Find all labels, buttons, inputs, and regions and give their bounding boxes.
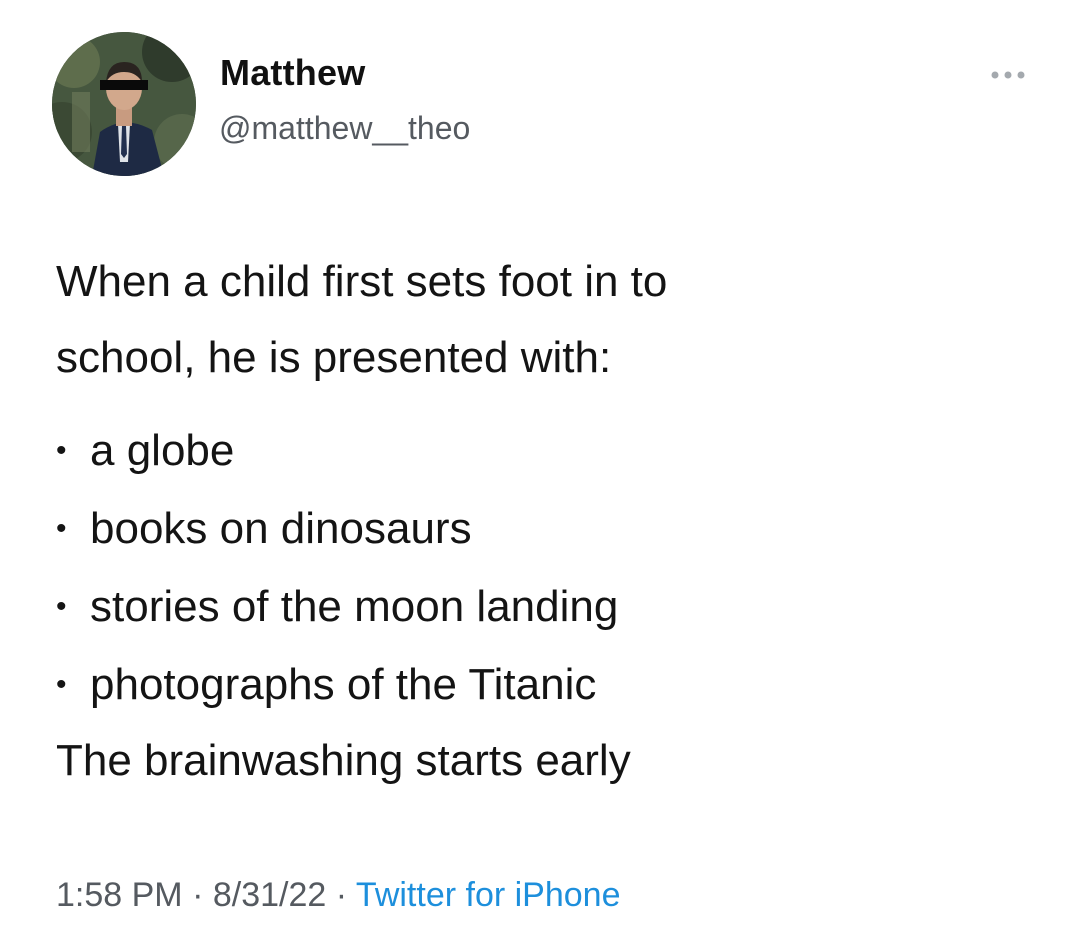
profile-photo-icon — [52, 32, 196, 176]
meta-separator: · — [192, 876, 213, 914]
tweet-intro-line: When a child first sets foot in to — [56, 257, 668, 306]
tweet-card: Matthew @matthew__theo When a child firs… — [0, 0, 1080, 948]
list-item: • photographs of the Titanic — [56, 646, 618, 724]
list-item: • stories of the moon landing — [56, 568, 618, 646]
author-handle[interactable]: @matthew__theo — [219, 110, 470, 147]
more-options-button[interactable] — [978, 60, 1038, 90]
tweet-intro-line: school, he is presented with: — [56, 333, 612, 382]
tweet-date[interactable]: 8/31/22 — [213, 876, 326, 914]
author-name[interactable]: Matthew — [220, 52, 365, 94]
list-item: • a globe — [56, 412, 618, 490]
tweet-source-link[interactable]: Twitter for iPhone — [356, 876, 621, 914]
tweet-closing-line: The brainwashing starts early — [56, 736, 631, 785]
tweet-time[interactable]: 1:58 PM — [56, 876, 183, 914]
avatar[interactable] — [52, 32, 196, 176]
tweet-intro: When a child first sets foot in to schoo… — [56, 244, 1036, 396]
bullet-icon: • — [56, 512, 67, 545]
list-item: • books on dinosaurs — [56, 490, 618, 568]
list-item-text: stories of the moon landing — [90, 582, 619, 631]
meta-separator: · — [335, 876, 356, 914]
tweet-bullet-list: • a globe • books on dinosaurs • stories… — [56, 412, 618, 724]
list-item-text: books on dinosaurs — [90, 504, 472, 553]
ellipsis-icon — [991, 71, 1025, 79]
list-item-text: a globe — [90, 426, 235, 475]
bullet-icon: • — [56, 668, 67, 701]
bullet-icon: • — [56, 590, 67, 623]
tweet-meta: 1:58 PM · 8/31/22 · Twitter for iPhone — [56, 876, 620, 915]
bullet-icon: • — [56, 434, 67, 467]
list-item-text: photographs of the Titanic — [90, 660, 597, 709]
